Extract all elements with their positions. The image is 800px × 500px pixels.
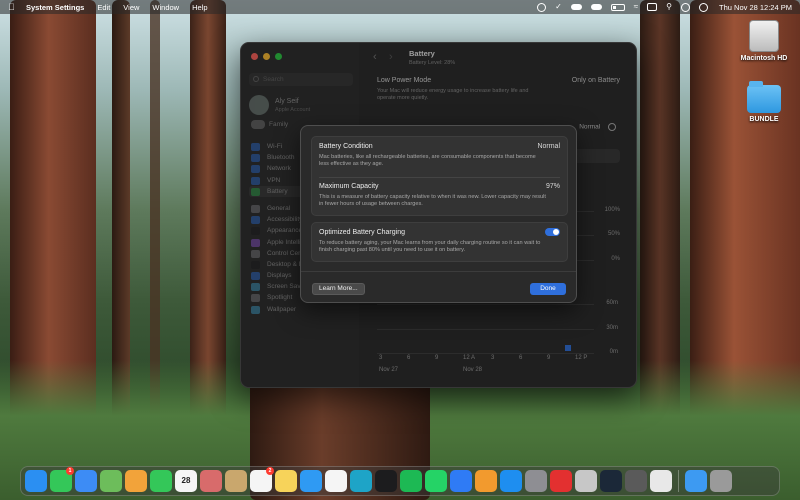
battery-health-group: Battery Condition Normal Mac batteries, …: [311, 136, 568, 216]
system-settings-icon[interactable]: [525, 470, 547, 492]
menu-help[interactable]: Help: [192, 3, 207, 12]
optimized-charging-description: To reduce battery aging, your Mac learns…: [319, 240, 541, 254]
reminders-icon[interactable]: [225, 470, 247, 492]
finder-icon[interactable]: [25, 470, 47, 492]
optimized-charging-toggle[interactable]: [545, 228, 560, 236]
maps-icon[interactable]: [100, 470, 122, 492]
screenshot-icon[interactable]: [650, 470, 672, 492]
downloads-folder-icon[interactable]: [685, 470, 707, 492]
calendar-icon[interactable]: 28: [175, 470, 197, 492]
battery-condition-description: Mac batteries, like all rechargeable bat…: [319, 154, 536, 168]
control-center-icon[interactable]: [681, 2, 691, 12]
keynote-icon[interactable]: [450, 470, 472, 492]
spotify-icon[interactable]: [400, 470, 422, 492]
done-button[interactable]: Done: [530, 283, 566, 295]
notification-badge: 1: [66, 467, 74, 475]
optimized-charging-title: Optimized Battery Charging: [319, 229, 405, 236]
facetime-icon[interactable]: [150, 470, 172, 492]
safari-icon[interactable]: [300, 470, 322, 492]
optimized-charging-section: Optimized Battery Charging To reduce bat…: [319, 228, 560, 255]
menu-bar:  System Settings Edit View Window Help …: [0, 0, 800, 14]
menu-window[interactable]: Window: [152, 3, 179, 12]
dock: 1 28 2: [20, 466, 780, 496]
preview-icon[interactable]: [575, 470, 597, 492]
wifi-icon[interactable]: ≈: [634, 3, 638, 11]
maximum-capacity-description: This is a measure of battery capacity re…: [319, 194, 546, 208]
status-record-icon[interactable]: [537, 2, 547, 12]
maximum-capacity-section: Maximum Capacity 97% This is a measure o…: [319, 183, 560, 209]
messages-icon[interactable]: 1: [50, 467, 74, 492]
steam-icon[interactable]: [600, 470, 622, 492]
app-store-icon[interactable]: [500, 470, 522, 492]
menu-clock[interactable]: Thu Nov 28 12:24 PM: [719, 3, 792, 12]
stickies-icon[interactable]: [275, 470, 297, 492]
learn-more-button[interactable]: Learn More...: [312, 283, 365, 295]
cloud-icon[interactable]: [570, 4, 582, 10]
battery-icon[interactable]: [610, 3, 625, 11]
whatsapp-icon[interactable]: [425, 470, 447, 492]
maximum-capacity-value: 97%: [545, 183, 560, 190]
launchpad-icon[interactable]: [200, 470, 222, 492]
calendar-date: 28: [181, 476, 191, 485]
desktop-item-label: Macintosh HD: [740, 55, 788, 62]
chrome-icon[interactable]: [325, 470, 347, 492]
desktop-item-macintosh-hd[interactable]: Macintosh HD: [734, 20, 794, 62]
dock-separator: [678, 470, 679, 492]
search-icon[interactable]: ⚲: [666, 3, 672, 11]
edge-icon[interactable]: [350, 470, 372, 492]
acrobat-icon[interactable]: [550, 470, 572, 492]
siri-icon[interactable]: [699, 2, 709, 12]
tv-icon[interactable]: [375, 470, 397, 492]
apple-menu-icon[interactable]: : [8, 2, 18, 12]
hard-drive-icon: [749, 20, 779, 52]
battery-health-sheet: Battery Condition Normal Mac batteries, …: [300, 125, 577, 303]
bluetooth-icon[interactable]: ✓: [555, 3, 562, 11]
trash-icon[interactable]: [710, 470, 732, 492]
divider: [319, 177, 560, 178]
optimized-charging-group: Optimized Battery Charging To reduce bat…: [311, 222, 568, 262]
notification-badge: 2: [266, 467, 274, 475]
menu-view[interactable]: View: [123, 3, 139, 12]
mail-icon[interactable]: [75, 470, 97, 492]
menu-app-name[interactable]: System Settings: [26, 3, 84, 12]
battery-condition-value: Normal: [537, 143, 560, 150]
weather-icon[interactable]: [590, 4, 602, 10]
maximum-capacity-title: Maximum Capacity: [319, 183, 379, 190]
migration-icon[interactable]: [625, 470, 647, 492]
menu-edit[interactable]: Edit: [97, 3, 110, 12]
pages-icon[interactable]: [475, 470, 497, 492]
input-source-icon[interactable]: [647, 3, 658, 11]
divider: [301, 271, 576, 272]
photos-icon[interactable]: [125, 470, 147, 492]
desktop-item-bundle[interactable]: BUNDLE: [734, 81, 794, 123]
battery-condition-title: Battery Condition: [319, 143, 373, 150]
battery-condition-section: Battery Condition Normal Mac batteries, …: [319, 143, 560, 169]
desktop-item-label: BUNDLE: [749, 116, 779, 123]
notes-icon[interactable]: 2: [250, 467, 274, 492]
folder-icon: [747, 81, 781, 113]
